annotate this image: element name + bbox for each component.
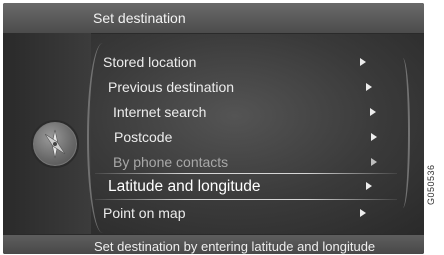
- image-code: G050536: [426, 164, 436, 205]
- menu-item-label: By phone contacts: [113, 154, 229, 170]
- menu-item-label: Point on map: [103, 205, 186, 221]
- selection-highlight-top: [95, 173, 397, 174]
- chevron-right-icon: [370, 108, 376, 116]
- status-footer: Set destination by entering latitude and…: [3, 234, 424, 254]
- menu-item-stored-location[interactable]: Stored location: [103, 52, 403, 74]
- page-title: Set destination: [93, 10, 186, 26]
- chevron-right-icon: [360, 58, 366, 66]
- infotainment-screen-frame: Set destination Stored location Previous…: [0, 0, 444, 255]
- chevron-right-icon: [371, 133, 377, 141]
- menu-item-label: Postcode: [114, 129, 173, 145]
- menu-item-previous-destination[interactable]: Previous destination: [108, 77, 408, 99]
- chevron-right-icon: [366, 83, 372, 91]
- chevron-right-icon: [360, 209, 366, 217]
- navigation-screen: Set destination Stored location Previous…: [3, 3, 424, 254]
- menu-item-latitude-longitude[interactable]: Latitude and longitude: [108, 176, 408, 198]
- compass-icon[interactable]: [31, 120, 79, 168]
- help-text: Set destination by entering latitude and…: [94, 239, 376, 254]
- menu-item-label: Stored location: [103, 54, 197, 70]
- menu-item-postcode[interactable]: Postcode: [114, 127, 414, 149]
- header-bar: Set destination: [3, 3, 424, 34]
- chevron-right-icon: [366, 182, 372, 190]
- menu-item-label: Previous destination: [108, 79, 235, 95]
- menu-item-label: Latitude and longitude: [108, 178, 261, 195]
- menu-item-internet-search[interactable]: Internet search: [113, 102, 413, 124]
- menu-item-point-on-map[interactable]: Point on map: [103, 203, 403, 225]
- menu-item-by-phone-contacts: By phone contacts: [113, 152, 413, 174]
- menu-item-label: Internet search: [113, 104, 207, 120]
- selection-highlight-bottom: [95, 199, 397, 200]
- chevron-right-icon: [371, 158, 377, 166]
